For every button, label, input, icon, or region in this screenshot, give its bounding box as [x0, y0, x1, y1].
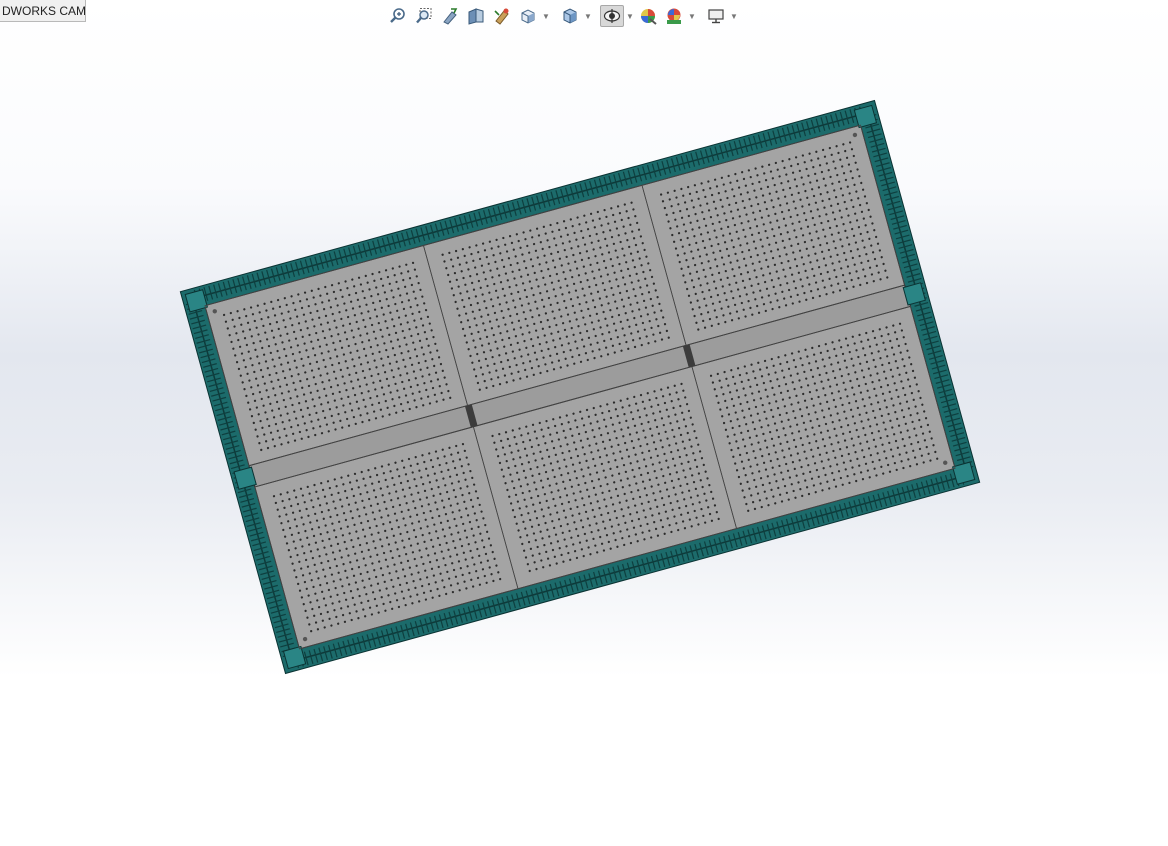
perforated-table-model[interactable]	[179, 99, 981, 675]
graphics-area[interactable]	[0, 0, 1168, 846]
